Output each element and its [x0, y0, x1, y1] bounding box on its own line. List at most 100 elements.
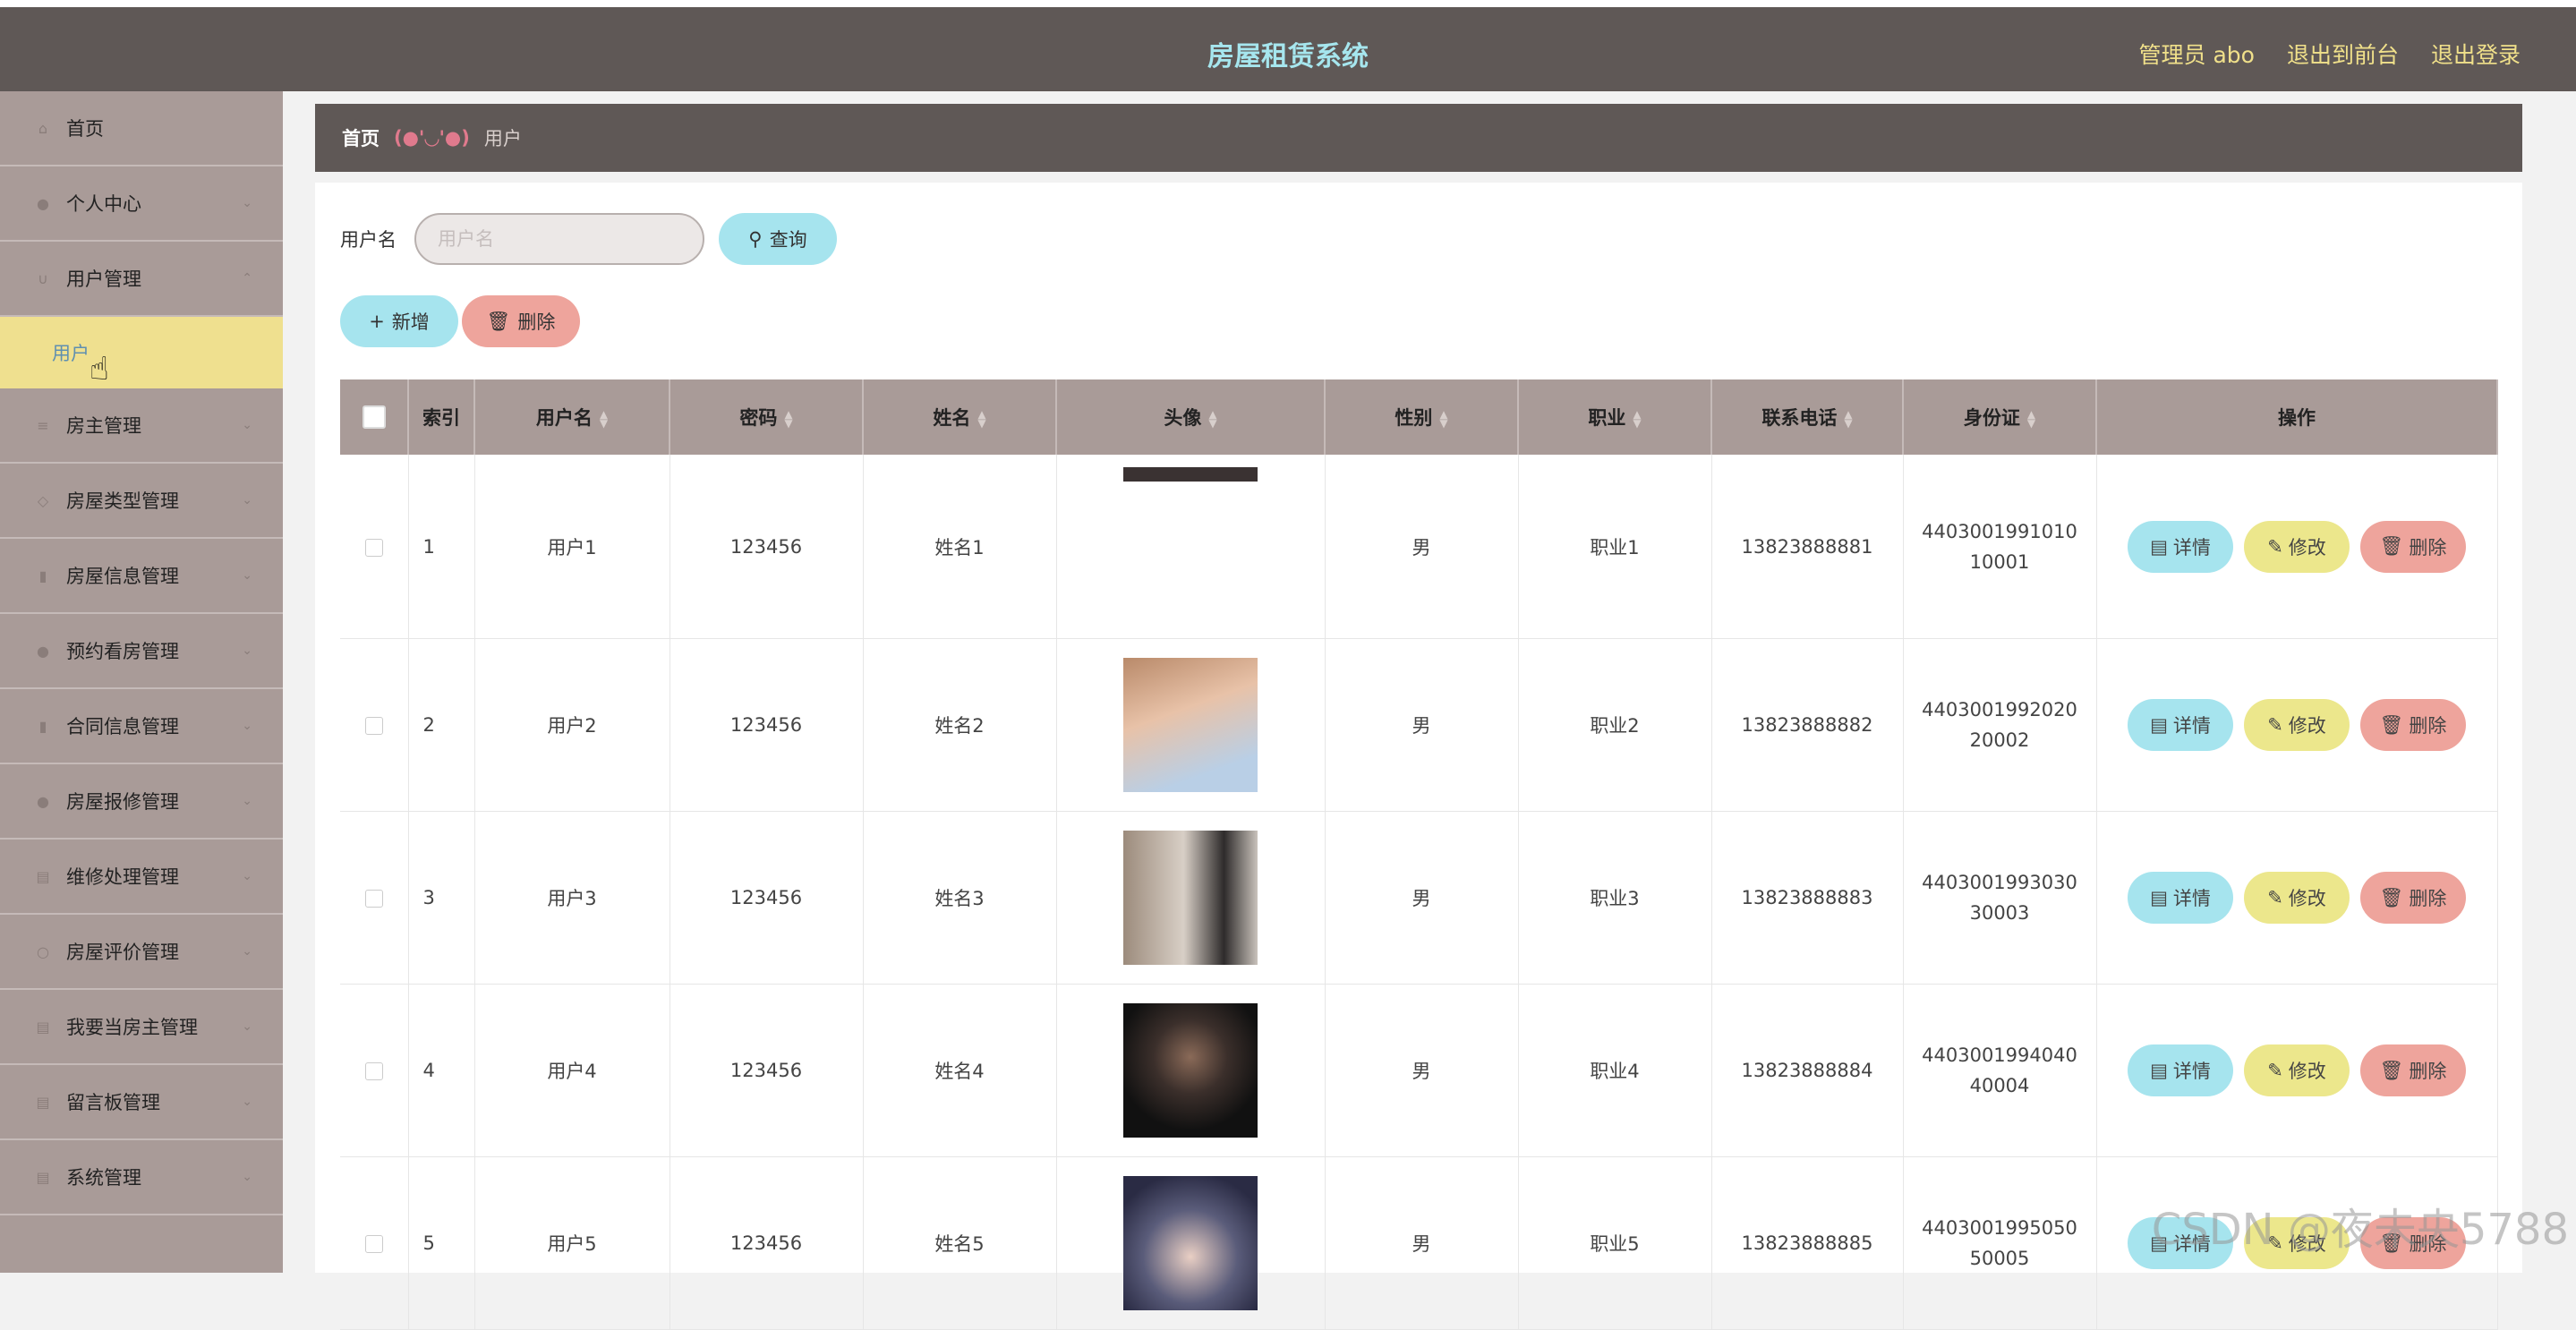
- select-all-checkbox[interactable]: [362, 405, 386, 429]
- avatar: [1123, 658, 1258, 792]
- cell-gender: 男: [1325, 638, 1519, 812]
- sidebar-subitem-user[interactable]: 用户: [0, 317, 283, 388]
- chevron-down-icon: ⌄: [242, 196, 252, 210]
- column-header-password[interactable]: 密码 ▲ ▼: [670, 379, 864, 455]
- top-bar: 房屋租赁系统 管理员 abo 退出到前台 退出登录: [0, 0, 2576, 91]
- cell-index: 4: [408, 984, 475, 1157]
- sidebar-item-viewing[interactable]: ● 预约看房管理 ⌄: [0, 614, 283, 689]
- row-checkbox[interactable]: [364, 717, 383, 735]
- breadcrumb: 首页 (●'◡'●) 用户: [315, 104, 2522, 172]
- doc-icon: ▤: [36, 1168, 50, 1186]
- detail-button[interactable]: ▤ 详情: [2128, 1044, 2233, 1096]
- cell-gender: 男: [1325, 811, 1519, 985]
- sidebar-item-message-board[interactable]: ▤ 留言板管理 ⌄: [0, 1065, 283, 1140]
- cell-username: 用户4: [474, 984, 670, 1157]
- column-header-username[interactable]: 用户名 ▲ ▼: [474, 379, 670, 455]
- back-to-front-link[interactable]: 退出到前台: [2287, 38, 2399, 70]
- table-row: 1 用户1 123456 姓名1 男 职业1 13823888881 44030…: [340, 455, 2498, 639]
- trash-icon: 🗑: [486, 310, 511, 332]
- breadcrumb-home[interactable]: 首页: [342, 124, 380, 151]
- pencil-icon: ✎: [2267, 1060, 2283, 1081]
- trash-icon: 🗑: [2379, 1059, 2404, 1081]
- sidebar-item-system[interactable]: ▤ 系统管理 ⌄: [0, 1140, 283, 1215]
- cell-phone: 13823888883: [1711, 811, 1904, 985]
- admin-name: 管理员 abo: [2138, 42, 2255, 68]
- row-checkbox[interactable]: [364, 1062, 383, 1080]
- delete-button[interactable]: 🗑 删除: [2360, 872, 2466, 924]
- cell-phone: 13823888881: [1711, 455, 1904, 639]
- sidebar-item-house-info[interactable]: ▮ 房屋信息管理 ⌄: [0, 539, 283, 614]
- pencil-icon: ✎: [2267, 887, 2283, 908]
- sidebar-item-maintenance[interactable]: ▤ 维修处理管理 ⌄: [0, 840, 283, 915]
- cell-job: 职业1: [1518, 455, 1712, 639]
- delete-button[interactable]: 🗑 删除: [2360, 699, 2466, 751]
- cell-job: 职业4: [1518, 984, 1712, 1157]
- chart-icon: ▮: [38, 567, 47, 584]
- username-search-input[interactable]: [414, 213, 704, 265]
- cell-name: 姓名1: [863, 455, 1057, 639]
- cell-idcard: 440300199303030003: [1903, 811, 2097, 985]
- cell-index: 5: [408, 1156, 475, 1330]
- sort-icon: ▲ ▼: [1439, 408, 1448, 430]
- table-row: 3 用户3 123456 姓名3 男 职业3 13823888883 44030…: [340, 811, 2498, 985]
- watermark: CSDN @夜未央5788: [2151, 1205, 2569, 1255]
- pencil-icon: ✎: [2267, 714, 2283, 736]
- list-icon: ≡: [37, 416, 49, 434]
- sort-icon: ▲ ▼: [2026, 408, 2036, 430]
- edit-button[interactable]: ✎ 修改: [2244, 1044, 2350, 1096]
- detail-button[interactable]: ▤ 详情: [2128, 520, 2233, 573]
- column-header-avatar[interactable]: 头像 ▲ ▼: [1056, 379, 1326, 455]
- row-checkbox[interactable]: [364, 538, 383, 557]
- cell-password: 123456: [670, 811, 864, 985]
- circle-icon: ○: [37, 942, 49, 960]
- cell-name: 姓名2: [863, 638, 1057, 812]
- column-header-job[interactable]: 职业 ▲ ▼: [1518, 379, 1712, 455]
- cell-idcard: 440300199202020002: [1903, 638, 2097, 812]
- chevron-down-icon: ⌄: [242, 493, 252, 507]
- delete-button[interactable]: 🗑 删除: [2360, 520, 2466, 573]
- row-checkbox[interactable]: [364, 1235, 383, 1253]
- query-button[interactable]: ⚲ 查询: [719, 213, 837, 265]
- sidebar-item-home[interactable]: ⌂ 首页: [0, 91, 283, 166]
- content-panel: 用户名 ⚲查询 +新增 🗑删除 索引 用户名▲▼ 密码▲▼ 姓名▲▼ 头像▲▼ …: [315, 183, 2522, 1330]
- doc-icon: ▤: [2150, 714, 2168, 736]
- sidebar-item-user-mgmt[interactable]: ∪ 用户管理 ⌃: [0, 242, 283, 317]
- sidebar-item-landlord[interactable]: ≡ 房主管理 ⌄: [0, 388, 283, 464]
- user-icon: ●: [37, 194, 49, 212]
- user-table: 索引 用户名 ▲ ▼ 密码 ▲ ▼ 姓名 ▲ ▼ 头像 ▲ ▼ 性别 ▲ ▼ 职业 ▲ ▼ 联系电话 ▲ ▼…: [340, 379, 2498, 1330]
- search-icon: ⚲: [748, 228, 763, 250]
- batch-delete-button[interactable]: 🗑 删除: [462, 295, 580, 347]
- sidebar-item-personal[interactable]: ● 个人中心 ⌄: [0, 166, 283, 242]
- sort-icon: ▲ ▼: [1208, 408, 1217, 430]
- chevron-down-icon: ⌄: [242, 1170, 252, 1184]
- column-header-gender[interactable]: 性别 ▲ ▼: [1325, 379, 1519, 455]
- search-bar: 用户名 ⚲查询: [340, 213, 837, 265]
- sidebar: ⌂ 首页 ● 个人中心 ⌄ ∪ 用户管理 ⌃ 用户 ≡ 房主管理 ⌄ ◇ 房屋类型管理 ⌄ ▮ 房屋…: [0, 91, 283, 1273]
- doc-icon: ▤: [36, 1018, 50, 1036]
- sidebar-item-house-type[interactable]: ◇ 房屋类型管理 ⌄: [0, 464, 283, 539]
- cell-phone: 13823888882: [1711, 638, 1904, 812]
- column-header-name[interactable]: 姓名 ▲ ▼: [863, 379, 1057, 455]
- delete-button[interactable]: 🗑 删除: [2360, 1044, 2466, 1096]
- cell-idcard: 440300199505050005: [1903, 1156, 2097, 1330]
- sidebar-item-contract[interactable]: ▮ 合同信息管理 ⌄: [0, 689, 283, 764]
- home-icon: ⌂: [38, 119, 48, 137]
- row-checkbox[interactable]: [364, 890, 383, 908]
- detail-button[interactable]: ▤ 详情: [2128, 699, 2233, 751]
- cell-name: 姓名5: [863, 1156, 1057, 1330]
- cell-gender: 男: [1325, 1156, 1519, 1330]
- edit-button[interactable]: ✎ 修改: [2244, 699, 2350, 751]
- column-header-idcard[interactable]: 身份证 ▲ ▼: [1903, 379, 2097, 455]
- detail-button[interactable]: ▤ 详情: [2128, 872, 2233, 924]
- chevron-up-icon: ⌃: [242, 271, 252, 286]
- logout-link[interactable]: 退出登录: [2431, 38, 2521, 70]
- edit-button[interactable]: ✎ 修改: [2244, 520, 2350, 573]
- column-header-phone[interactable]: 联系电话 ▲ ▼: [1711, 379, 1904, 455]
- user-icon: ●: [37, 642, 49, 660]
- sidebar-item-repair[interactable]: ● 房屋报修管理 ⌄: [0, 764, 283, 840]
- chevron-down-icon: ⌄: [242, 1019, 252, 1034]
- sidebar-item-become-landlord[interactable]: ▤ 我要当房主管理 ⌄: [0, 990, 283, 1065]
- add-button[interactable]: + 新增: [340, 295, 458, 347]
- edit-button[interactable]: ✎ 修改: [2244, 872, 2350, 924]
- sidebar-item-review[interactable]: ○ 房屋评价管理 ⌄: [0, 915, 283, 990]
